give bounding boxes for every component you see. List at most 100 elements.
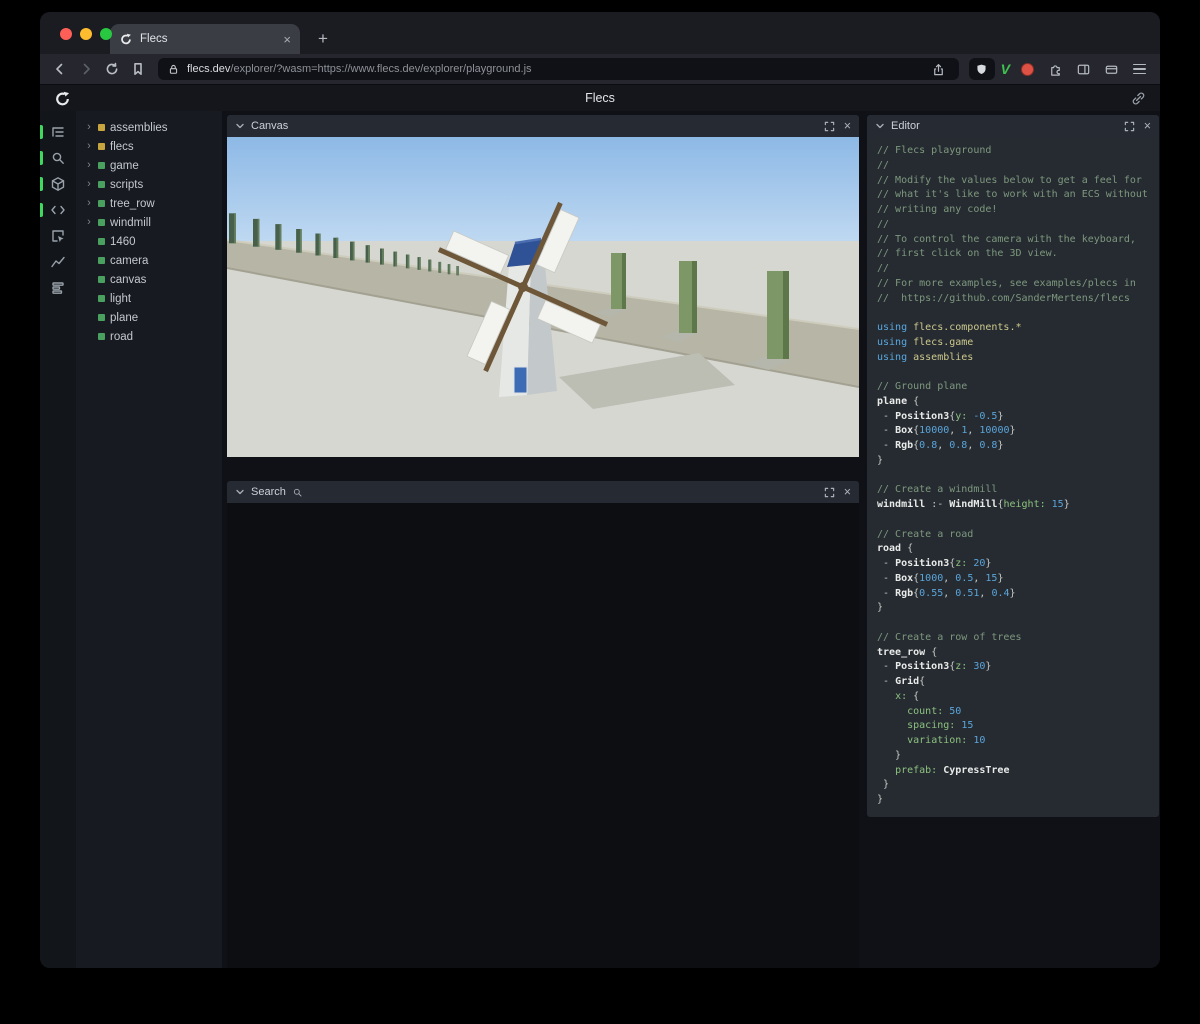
tree-item[interactable]: › tree_row <box>76 194 222 213</box>
back-button[interactable] <box>50 59 70 79</box>
search-icon <box>293 488 302 497</box>
new-tab-button[interactable]: + <box>312 24 334 54</box>
tree-item[interactable]: road <box>76 327 222 346</box>
tree-item[interactable]: › flecs <box>76 137 222 156</box>
tree-item-label: light <box>110 292 132 305</box>
tree-expand-chevron-icon[interactable]: › <box>85 160 93 171</box>
sidebar-toggle-icon[interactable] <box>1072 59 1094 79</box>
tree-item[interactable]: light <box>76 289 222 308</box>
wallet-icon[interactable] <box>1100 59 1122 79</box>
collapse-chevron-icon[interactable] <box>235 487 245 497</box>
canvas-3d-viewport[interactable] <box>226 137 860 457</box>
code-line: windmill :- WindMill{height: 15} <box>877 499 1070 510</box>
code-line: tree_row { <box>877 646 938 658</box>
canvas-panel-title: Canvas <box>251 120 289 132</box>
tree-expand-chevron-icon[interactable]: › <box>85 122 93 133</box>
tree-item-label: windmill <box>110 216 151 229</box>
tree-item-label: tree_row <box>110 197 155 210</box>
entity-color-square <box>98 200 105 207</box>
bookmark-icon[interactable] <box>128 59 148 79</box>
expand-icon[interactable] <box>1124 121 1135 132</box>
browser-toolbar: flecs.dev/explorer/?wasm=https://www.fle… <box>40 54 1160 84</box>
editor-panel-title: Editor <box>891 120 920 132</box>
close-icon[interactable]: × <box>844 486 851 499</box>
entity-color-square <box>98 276 105 283</box>
extensions-puzzle-icon[interactable] <box>1044 59 1066 79</box>
code-line: // <box>877 159 890 171</box>
close-icon[interactable]: × <box>844 120 851 133</box>
tree-expand-chevron-icon[interactable]: › <box>85 217 93 228</box>
minimize-window-button[interactable] <box>80 28 92 40</box>
icon-rail <box>40 111 76 968</box>
tree-item[interactable]: 1460 <box>76 232 222 251</box>
tree-item-label: road <box>110 330 134 343</box>
code-line: // Flecs playground <box>877 145 992 156</box>
rail-stats-chart-icon[interactable] <box>40 249 76 275</box>
app-title: Flecs <box>585 91 615 105</box>
browser-window: Flecs × + flecs.dev/explorer/?wasm=https… <box>40 12 1160 968</box>
url-path: /explorer/?wasm=https://www.flecs.dev/ex… <box>230 63 532 75</box>
entity-color-square <box>98 314 105 321</box>
rail-canvas-cube-icon[interactable] <box>40 171 76 197</box>
extension-red-icon[interactable] <box>1016 59 1038 79</box>
close-icon[interactable]: × <box>1144 120 1151 133</box>
expand-icon[interactable] <box>824 487 835 498</box>
rail-queries-list-icon[interactable] <box>40 275 76 301</box>
tree-expand-chevron-icon[interactable]: › <box>85 198 93 209</box>
tree-item[interactable]: › game <box>76 156 222 175</box>
extension-v-icon[interactable]: V <box>1001 61 1010 77</box>
code-line: } <box>877 794 884 805</box>
code-line: // Create a road <box>877 528 974 540</box>
tree-item[interactable]: canvas <box>76 270 222 289</box>
brave-shield-icon[interactable] <box>968 58 995 80</box>
reload-button[interactable] <box>102 59 122 79</box>
tree-item-label: game <box>110 159 139 172</box>
code-line: // what it's like to work with an ECS wi… <box>877 189 1148 201</box>
code-line: prefab: CypressTree <box>895 764 1010 776</box>
lock-icon <box>169 64 178 74</box>
code-line: - Position3{z: 20} <box>877 558 992 569</box>
expand-icon[interactable] <box>824 121 835 132</box>
entity-color-square <box>98 257 105 264</box>
menu-icon[interactable] <box>1128 59 1150 79</box>
code-editor[interactable]: // Flecs playground // // Modify the value… <box>867 137 1159 817</box>
tab-close-icon[interactable]: × <box>283 33 291 46</box>
entity-tree-panel: › assemblies › flecs › game › scripts › tree_row ›… <box>76 111 222 968</box>
share-link-icon[interactable] <box>1131 91 1146 106</box>
editor-panel: Editor × // Flecs playground // // Modify … <box>867 115 1159 817</box>
tab-favicon-flecs-logo <box>121 33 131 45</box>
flecs-logo <box>56 91 70 105</box>
collapse-chevron-icon[interactable] <box>235 121 245 131</box>
entity-color-square <box>98 143 105 150</box>
code-line: // first click on the 3D view. <box>877 248 1058 260</box>
tree-expand-chevron-icon[interactable]: › <box>85 141 93 152</box>
forward-button[interactable] <box>76 59 96 79</box>
entity-color-square <box>98 124 105 131</box>
browser-tab[interactable]: Flecs × <box>110 24 300 54</box>
tree-expand-chevron-icon[interactable]: › <box>85 179 93 190</box>
tree-item[interactable]: › assemblies <box>76 118 222 137</box>
tree-item[interactable]: › scripts <box>76 175 222 194</box>
entity-color-square <box>98 333 105 340</box>
rail-inspector-icon[interactable] <box>40 223 76 249</box>
code-line: spacing: 15 <box>907 720 974 732</box>
canvas-3d-scene <box>226 137 860 457</box>
url-bar[interactable]: flecs.dev/explorer/?wasm=https://www.fle… <box>158 58 959 80</box>
code-line: } <box>877 602 884 614</box>
collapse-chevron-icon[interactable] <box>875 121 885 131</box>
editor-column: Editor × // Flecs playground // // Modify … <box>867 111 1159 968</box>
rail-search-icon[interactable] <box>40 145 76 171</box>
tree-item[interactable]: camera <box>76 251 222 270</box>
zoom-window-button[interactable] <box>100 28 112 40</box>
rail-code-editor-icon[interactable] <box>40 197 76 223</box>
rail-entity-tree-icon[interactable] <box>40 119 76 145</box>
tree-item[interactable]: plane <box>76 308 222 327</box>
code-line: // Ground plane <box>877 381 968 392</box>
tree-item[interactable]: › windmill <box>76 213 222 232</box>
share-icon[interactable] <box>928 59 950 79</box>
close-window-button[interactable] <box>60 28 72 40</box>
